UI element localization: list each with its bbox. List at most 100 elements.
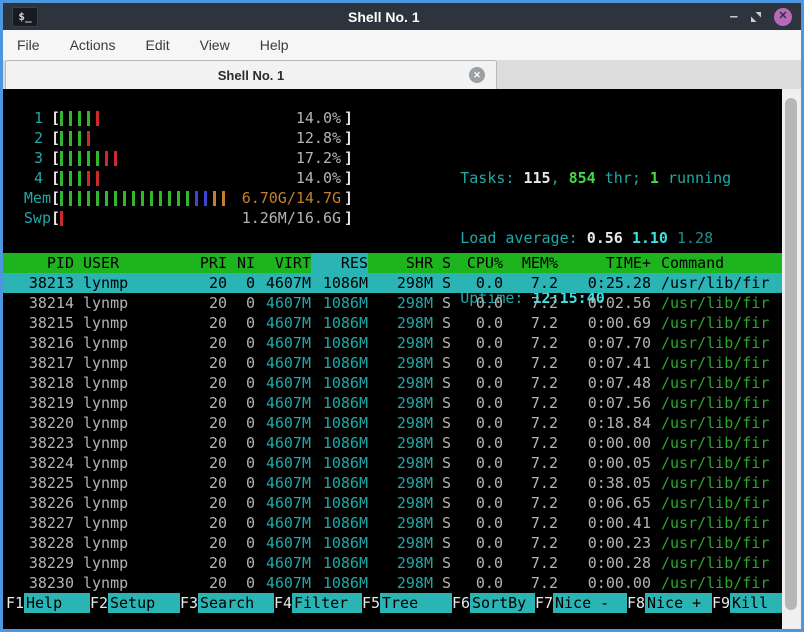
process-row[interactable]: 38226 lynmp 20 0 4607M 1086M 298M S 0.0 7.2 0:06.6…	[3, 493, 782, 513]
htop-meters: 1[14.0%] 2[12.8%] 3[17.2%] 4[14.0%] Mem[6.70…	[10, 108, 353, 228]
process-row[interactable]: 38215 lynmp 20 0 4607M 1086M 298M S 0.0 7.2 0:00.6…	[3, 313, 782, 333]
meter-bar-red	[87, 170, 91, 186]
fkey-f5[interactable]: F5 Tree	[362, 593, 452, 613]
cell-virt: 4607M	[265, 574, 311, 592]
cell-pri: 20	[208, 374, 227, 392]
cell-ni: 0	[245, 494, 255, 512]
cell-pid: 38216	[28, 334, 74, 352]
cell-mem: 7.2	[530, 494, 558, 512]
cell-time: 0:00.69	[587, 314, 651, 332]
close-button[interactable]: ✕	[774, 7, 792, 26]
cell-shr: 298M	[396, 274, 433, 292]
cell-user: lynmp	[83, 394, 129, 412]
fkey-f7[interactable]: F7 Nice -	[535, 593, 627, 613]
cell-pid: 38219	[28, 394, 74, 412]
process-row[interactable]: 38216 lynmp 20 0 4607M 1086M 298M S 0.0 7.2 0:07.7…	[3, 333, 782, 353]
column-header-virt[interactable]: VIRT	[255, 253, 311, 273]
cell-res: 1086M	[322, 394, 368, 412]
fkey-f6[interactable]: F6 SortBy	[452, 593, 535, 613]
column-header-pid[interactable]: PID	[10, 253, 74, 273]
restore-icon[interactable]	[750, 11, 762, 23]
cell-shr: 298M	[396, 454, 433, 472]
process-row[interactable]: 38218 lynmp 20 0 4607M 1086M 298M S 0.0 7.2 0:07.4…	[3, 373, 782, 393]
meter-bar-green	[132, 190, 136, 206]
cell-mem: 7.2	[530, 574, 558, 592]
cell-res: 1086M	[322, 314, 368, 332]
column-header-time[interactable]: TIME+	[558, 253, 651, 273]
menu-item-edit[interactable]: Edit	[145, 37, 169, 53]
cell-pri: 20	[208, 554, 227, 572]
column-header-shr[interactable]: SHR	[368, 253, 433, 273]
column-header-state[interactable]: S	[433, 253, 451, 273]
column-header-command[interactable]: Command	[651, 253, 782, 273]
meter-bar-green	[159, 190, 163, 206]
column-header-ni[interactable]: NI	[227, 253, 255, 273]
process-row[interactable]: 38224 lynmp 20 0 4607M 1086M 298M S 0.0 7.2 0:00.0…	[3, 453, 782, 473]
meter-bar-green	[123, 190, 127, 206]
fkey-f4[interactable]: F4 Filter	[274, 593, 362, 613]
column-header-mem[interactable]: MEM%	[503, 253, 558, 273]
cell-pri: 20	[208, 534, 227, 552]
column-header-pri[interactable]: PRI	[182, 253, 227, 273]
process-row[interactable]: 38230 lynmp 20 0 4607M 1086M 298M S 0.0 7.2 0:00.0…	[3, 573, 782, 593]
meter-bar-blue	[204, 190, 208, 206]
tab-shell[interactable]: Shell No. 1 ✕	[5, 60, 497, 89]
cell-time: 0:18.84	[587, 414, 651, 432]
process-row[interactable]: 38220 lynmp 20 0 4607M 1086M 298M S 0.0 7.2 0:18.8…	[3, 413, 782, 433]
cell-pid: 38214	[28, 294, 74, 312]
meter-bar-green	[60, 190, 64, 206]
scrollbar-thumb[interactable]	[785, 98, 797, 610]
meter-bracket-close: ]	[344, 189, 354, 207]
cell-ni: 0	[245, 574, 255, 592]
cell-res: 1086M	[322, 494, 368, 512]
fkey-f2[interactable]: F2 Setup	[90, 593, 180, 613]
column-header-res-sorted[interactable]: RES	[311, 253, 368, 273]
cell-mem: 7.2	[530, 274, 558, 292]
cell-pid: 38220	[28, 414, 74, 432]
cell-time: 0:00.00	[587, 434, 651, 452]
terminal-window: $_ Shell No. 1 – ✕ File Actions Edit Vie…	[0, 0, 804, 632]
process-row[interactable]: 38228 lynmp 20 0 4607M 1086M 298M S 0.0 7.2 0:00.2…	[3, 533, 782, 553]
meter-1: 1 [14.0%]	[10, 108, 353, 128]
cell-pri: 20	[208, 394, 227, 412]
minimize-button[interactable]: –	[730, 9, 738, 24]
column-header-user[interactable]: USER	[83, 253, 182, 273]
meter-value: 12.8%	[295, 129, 342, 147]
cell-pid: 38213	[28, 274, 74, 292]
fkey-f3[interactable]: F3 Search	[180, 593, 274, 613]
process-row[interactable]: 38213 lynmp 20 0 4607M 1086M 298M S 0.0 7.2 0:25.2…	[3, 273, 782, 293]
cell-time: 0:06.65	[587, 494, 651, 512]
meter-bracket-close: ]	[344, 149, 354, 167]
process-row[interactable]: 38225 lynmp 20 0 4607M 1086M 298M S 0.0 7.2 0:38.0…	[3, 473, 782, 493]
scrollbar-track[interactable]	[782, 89, 801, 629]
fkey-f9[interactable]: F9 Kill	[712, 593, 782, 613]
cell-shr: 298M	[396, 334, 433, 352]
process-row[interactable]: 38217 lynmp 20 0 4607M 1086M 298M S 0.0 7.2 0:07.4…	[3, 353, 782, 373]
meter-bar-green	[69, 150, 73, 166]
cell-cmd: /usr/lib/fir	[661, 274, 770, 292]
cell-pri: 20	[208, 294, 227, 312]
menu-item-view[interactable]: View	[200, 37, 230, 53]
cell-cpu: 0.0	[475, 394, 503, 412]
menu-item-help[interactable]: Help	[260, 37, 289, 53]
fkey-f1[interactable]: F1 Help	[6, 593, 90, 613]
fkey-label: Nice -	[553, 593, 627, 613]
fkey-f8[interactable]: F8 Nice +	[627, 593, 712, 613]
process-row[interactable]: 38223 lynmp 20 0 4607M 1086M 298M S 0.0 7.2 0:00.0…	[3, 433, 782, 453]
process-row[interactable]: 38214 lynmp 20 0 4607M 1086M 298M S 0.0 7.2 0:02.5…	[3, 293, 782, 313]
menu-item-file[interactable]: File	[17, 37, 40, 53]
process-row[interactable]: 38219 lynmp 20 0 4607M 1086M 298M S 0.0 7.2 0:07.5…	[3, 393, 782, 413]
cell-cpu: 0.0	[475, 414, 503, 432]
column-header-cpu[interactable]: CPU%	[451, 253, 503, 273]
cell-time: 0:00.23	[587, 534, 651, 552]
cell-user: lynmp	[83, 274, 129, 292]
meter-bracket-close: ]	[344, 129, 354, 147]
process-row[interactable]: 38227 lynmp 20 0 4607M 1086M 298M S 0.0 7.2 0:00.4…	[3, 513, 782, 533]
meter-value: 14.0%	[295, 169, 342, 187]
terminal-screen[interactable]: 1[14.0%] 2[12.8%] 3[17.2%] 4[14.0%] Mem[6.70…	[3, 89, 801, 629]
menu-item-actions[interactable]: Actions	[70, 37, 116, 53]
cell-user: lynmp	[83, 494, 129, 512]
cell-cmd: /usr/lib/fir	[661, 294, 770, 312]
process-row[interactable]: 38229 lynmp 20 0 4607M 1086M 298M S 0.0 7.2 0:00.2…	[3, 553, 782, 573]
tab-close-icon[interactable]: ✕	[469, 67, 485, 83]
